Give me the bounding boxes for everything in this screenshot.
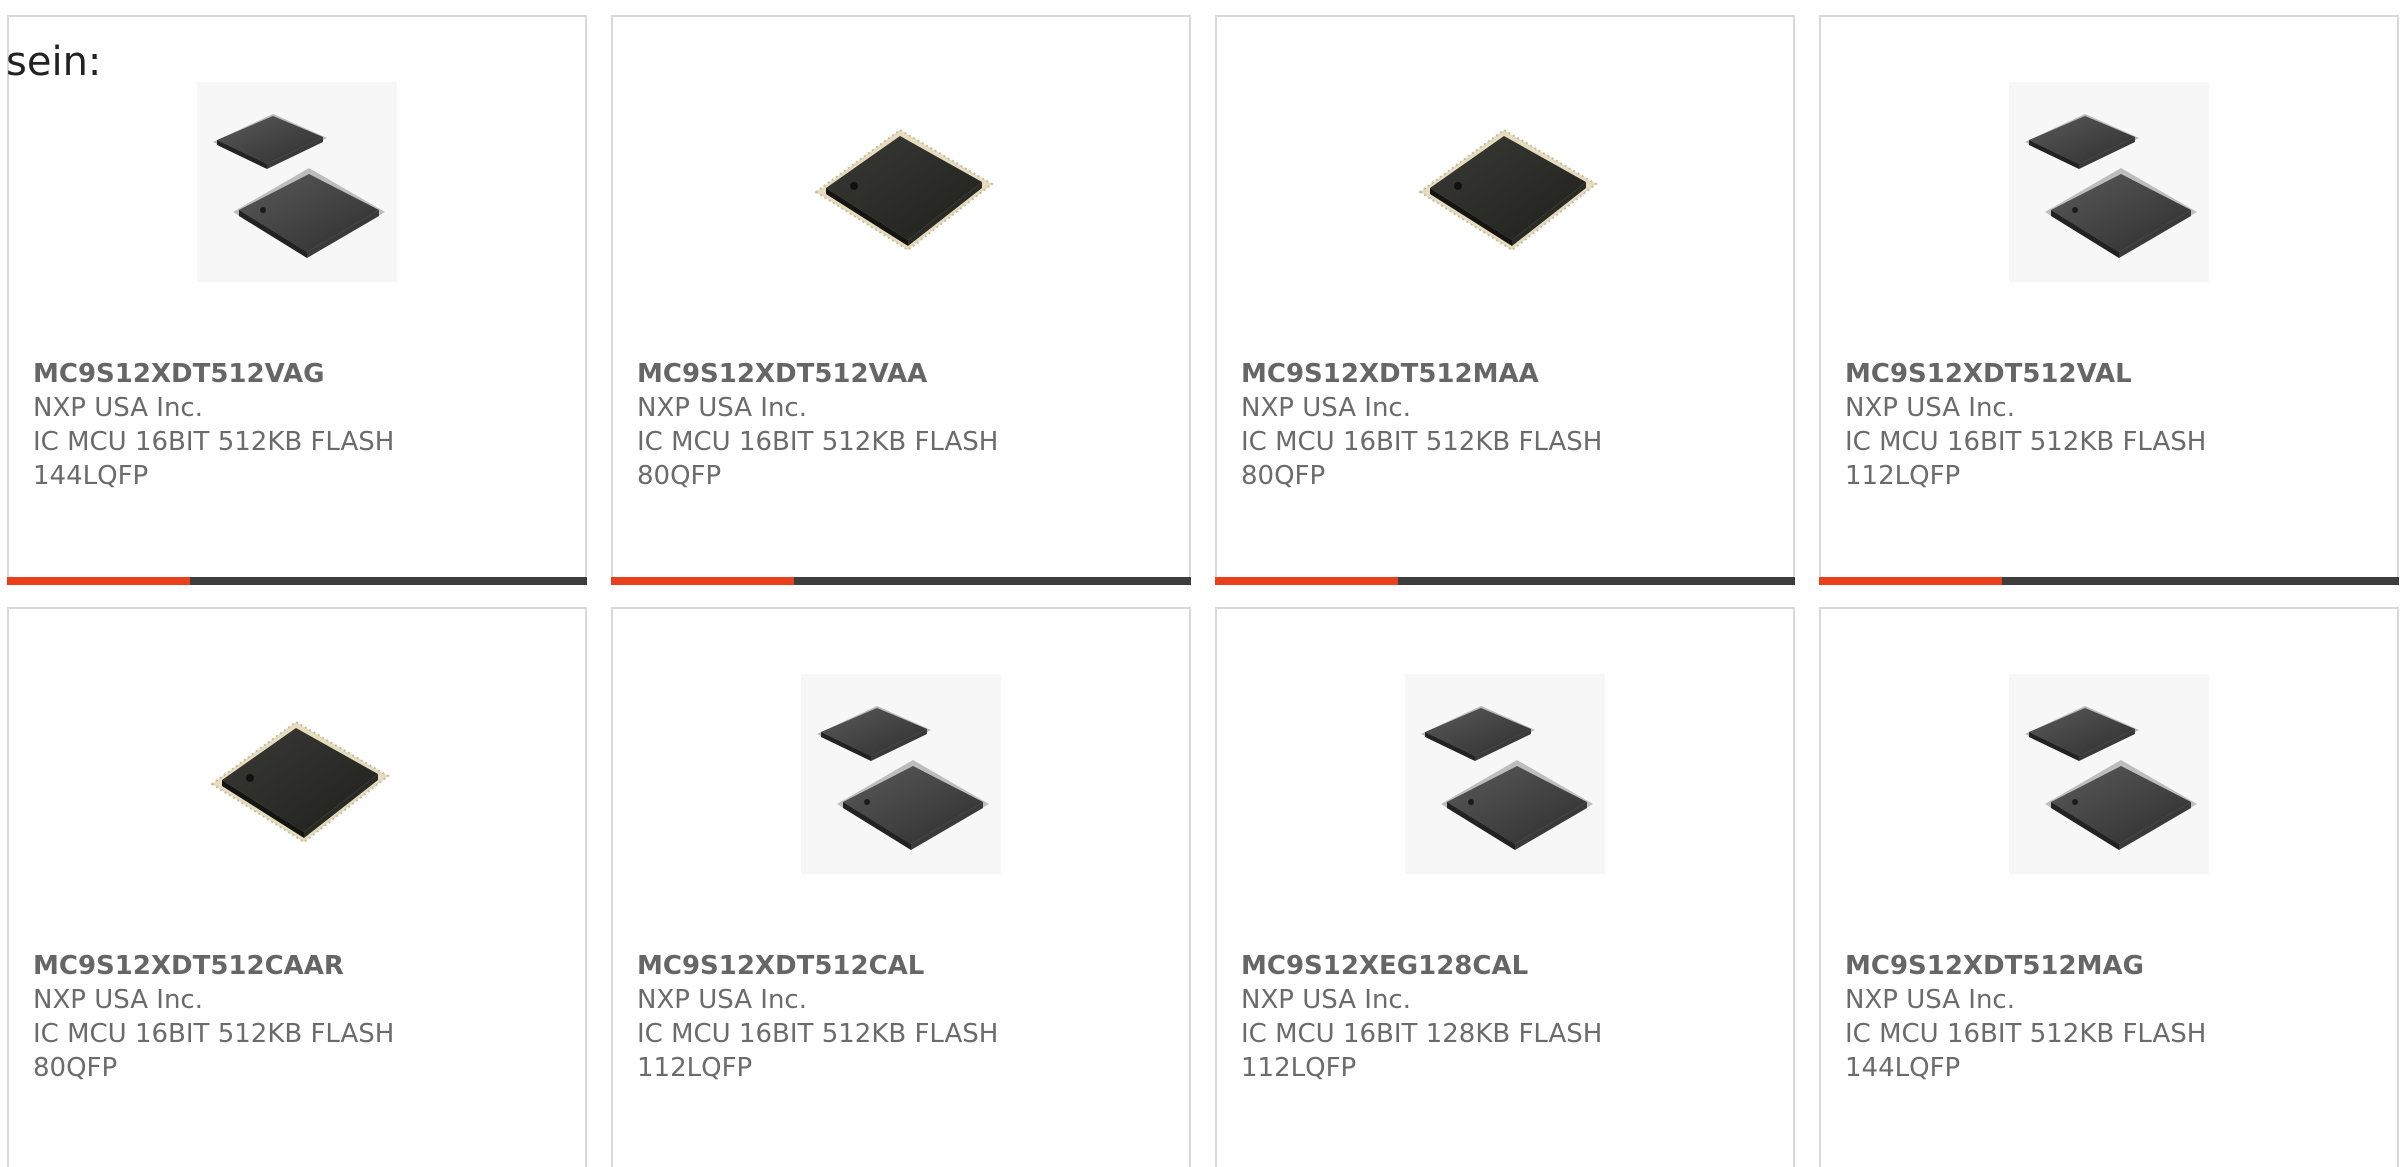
- product-image: [9, 79, 585, 284]
- manufacturer: NXP USA Inc.: [1241, 985, 1411, 1015]
- product-image: [1821, 79, 2397, 284]
- description: IC MCU 16BIT 128KB FLASH: [1241, 1019, 1603, 1049]
- card-accent-bar-fill: [1215, 577, 1398, 585]
- product-image: [613, 671, 1189, 876]
- product-card[interactable]: MC9S12XDT512CAL NXP USA Inc. IC MCU 16BI…: [611, 607, 1191, 1167]
- lqfp-pair-icon: [801, 673, 1001, 874]
- card-accent-bar: [1215, 577, 1795, 585]
- description: IC MCU 16BIT 512KB FLASH: [637, 1019, 999, 1049]
- part-number[interactable]: MC9S12XDT512MAG: [1845, 949, 2377, 983]
- lqfp-pair-icon: [1405, 673, 1605, 874]
- product-info: MC9S12XDT512MAA NXP USA Inc. IC MCU 16BI…: [1241, 357, 1773, 493]
- package: 112LQFP: [1241, 1053, 1357, 1083]
- manufacturer: NXP USA Inc.: [637, 393, 807, 423]
- description: IC MCU 16BIT 512KB FLASH: [1845, 1019, 2207, 1049]
- package: 80QFP: [33, 1053, 118, 1083]
- product-info: MC9S12XDT512VAA NXP USA Inc. IC MCU 16BI…: [637, 357, 1169, 493]
- product-info: MC9S12XDT512VAL NXP USA Inc. IC MCU 16BI…: [1845, 357, 2377, 493]
- description: IC MCU 16BIT 512KB FLASH: [1845, 427, 2207, 457]
- product-card[interactable]: MC9S12XDT512VAL NXP USA Inc. IC MCU 16BI…: [1819, 15, 2399, 585]
- product-card[interactable]: MC9S12XDT512MAA NXP USA Inc. IC MCU 16BI…: [1215, 15, 1795, 585]
- lqfp-pair-icon: [2009, 673, 2209, 874]
- product-image: [9, 671, 585, 876]
- part-number[interactable]: MC9S12XDT512CAAR: [33, 949, 565, 983]
- product-image: [1821, 671, 2397, 876]
- lqfp-pair-icon: [2009, 81, 2209, 282]
- manufacturer: NXP USA Inc.: [33, 985, 203, 1015]
- description: IC MCU 16BIT 512KB FLASH: [33, 427, 395, 457]
- product-card[interactable]: MC9S12XDT512VAA NXP USA Inc. IC MCU 16BI…: [611, 15, 1191, 585]
- manufacturer: NXP USA Inc.: [1241, 393, 1411, 423]
- card-accent-bar: [1819, 577, 2399, 585]
- product-info: MC9S12XDT512CAL NXP USA Inc. IC MCU 16BI…: [637, 949, 1169, 1085]
- lqfp-pair-icon: [197, 81, 397, 282]
- card-accent-bar: [7, 577, 587, 585]
- package: 112LQFP: [1845, 461, 1961, 491]
- product-info: MC9S12XDT512CAAR NXP USA Inc. IC MCU 16B…: [33, 949, 565, 1085]
- intro-text: sein:: [6, 39, 102, 85]
- product-image: [1217, 671, 1793, 876]
- manufacturer: NXP USA Inc.: [1845, 985, 2015, 1015]
- product-image: [1217, 79, 1793, 284]
- product-image: [613, 79, 1189, 284]
- package: 80QFP: [1241, 461, 1326, 491]
- qfp-chip-icon: [1418, 128, 1598, 251]
- qfp-chip-icon: [210, 720, 390, 843]
- package: 144LQFP: [1845, 1053, 1961, 1083]
- card-accent-bar-fill: [611, 577, 794, 585]
- product-info: MC9S12XDT512MAG NXP USA Inc. IC MCU 16BI…: [1845, 949, 2377, 1085]
- manufacturer: NXP USA Inc.: [33, 393, 203, 423]
- product-card[interactable]: MC9S12XDT512CAAR NXP USA Inc. IC MCU 16B…: [7, 607, 587, 1167]
- product-card[interactable]: MC9S12XDT512MAG NXP USA Inc. IC MCU 16BI…: [1819, 607, 2399, 1167]
- part-number[interactable]: MC9S12XDT512VAL: [1845, 357, 2377, 391]
- package: 112LQFP: [637, 1053, 753, 1083]
- package: 80QFP: [637, 461, 722, 491]
- package: 144LQFP: [33, 461, 149, 491]
- card-accent-bar-fill: [7, 577, 190, 585]
- part-number[interactable]: MC9S12XDT512VAG: [33, 357, 565, 391]
- product-card[interactable]: MC9S12XDT512VAG NXP USA Inc. IC MCU 16BI…: [7, 15, 587, 585]
- part-number[interactable]: MC9S12XDT512CAL: [637, 949, 1169, 983]
- part-number[interactable]: MC9S12XDT512MAA: [1241, 357, 1773, 391]
- manufacturer: NXP USA Inc.: [1845, 393, 2015, 423]
- description: IC MCU 16BIT 512KB FLASH: [1241, 427, 1603, 457]
- description: IC MCU 16BIT 512KB FLASH: [33, 1019, 395, 1049]
- part-number[interactable]: MC9S12XDT512VAA: [637, 357, 1169, 391]
- card-accent-bar-fill: [1819, 577, 2002, 585]
- description: IC MCU 16BIT 512KB FLASH: [637, 427, 999, 457]
- product-info: MC9S12XEG128CAL NXP USA Inc. IC MCU 16BI…: [1241, 949, 1773, 1085]
- product-info: MC9S12XDT512VAG NXP USA Inc. IC MCU 16BI…: [33, 357, 565, 493]
- card-accent-bar: [611, 577, 1191, 585]
- product-grid: MC9S12XDT512VAG NXP USA Inc. IC MCU 16BI…: [7, 15, 2400, 1167]
- qfp-chip-icon: [814, 128, 994, 251]
- part-number[interactable]: MC9S12XEG128CAL: [1241, 949, 1773, 983]
- product-card[interactable]: MC9S12XEG128CAL NXP USA Inc. IC MCU 16BI…: [1215, 607, 1795, 1167]
- manufacturer: NXP USA Inc.: [637, 985, 807, 1015]
